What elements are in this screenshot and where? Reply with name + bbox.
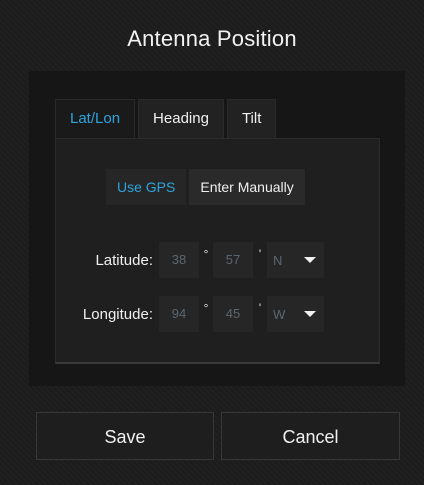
longitude-direction-select[interactable]: W [267,296,324,332]
save-button[interactable]: Save [36,412,214,460]
latitude-direction-select[interactable]: N [267,242,324,278]
latitude-direction-value: N [273,252,283,268]
latitude-degrees-field[interactable]: 38 [159,242,199,278]
settings-panel: Lat/Lon Heading Tilt Use GPS Enter Manua… [29,71,405,386]
latitude-label: Latitude: [95,251,153,269]
longitude-minute-symbol: ' [258,301,262,315]
longitude-direction-value: W [273,306,286,322]
longitude-degree-symbol: ° [203,301,209,315]
enter-manually-button[interactable]: Enter Manually [189,169,305,205]
latitude-degree-symbol: ° [203,247,209,261]
tab-lat-lon[interactable]: Lat/Lon [55,99,136,139]
lat-lon-tab-content: Use GPS Enter Manually Latitude: 38 ° 57… [55,138,380,364]
position-mode-toggle: Use GPS Enter Manually [106,169,308,205]
antenna-position-dialog: Antenna Position Lat/Lon Heading Tilt Us… [0,0,424,485]
latitude-minutes-field[interactable]: 57 [213,242,253,278]
latitude-row: Latitude: 38 ° 57 ' N [56,242,324,278]
tab-bar: Lat/Lon Heading Tilt [55,99,279,139]
longitude-label: Longitude: [82,305,153,323]
longitude-row: Longitude: 94 ° 45 ' W [56,296,324,332]
longitude-degrees-field[interactable]: 94 [159,296,199,332]
cancel-button[interactable]: Cancel [221,412,400,460]
dialog-title: Antenna Position [127,26,297,51]
chevron-down-icon [304,257,316,263]
use-gps-button[interactable]: Use GPS [106,169,187,205]
tab-tilt[interactable]: Tilt [226,99,277,139]
longitude-minutes-field[interactable]: 45 [213,296,253,332]
chevron-down-icon [304,311,316,317]
tab-heading[interactable]: Heading [138,99,224,139]
latitude-minute-symbol: ' [258,247,262,261]
